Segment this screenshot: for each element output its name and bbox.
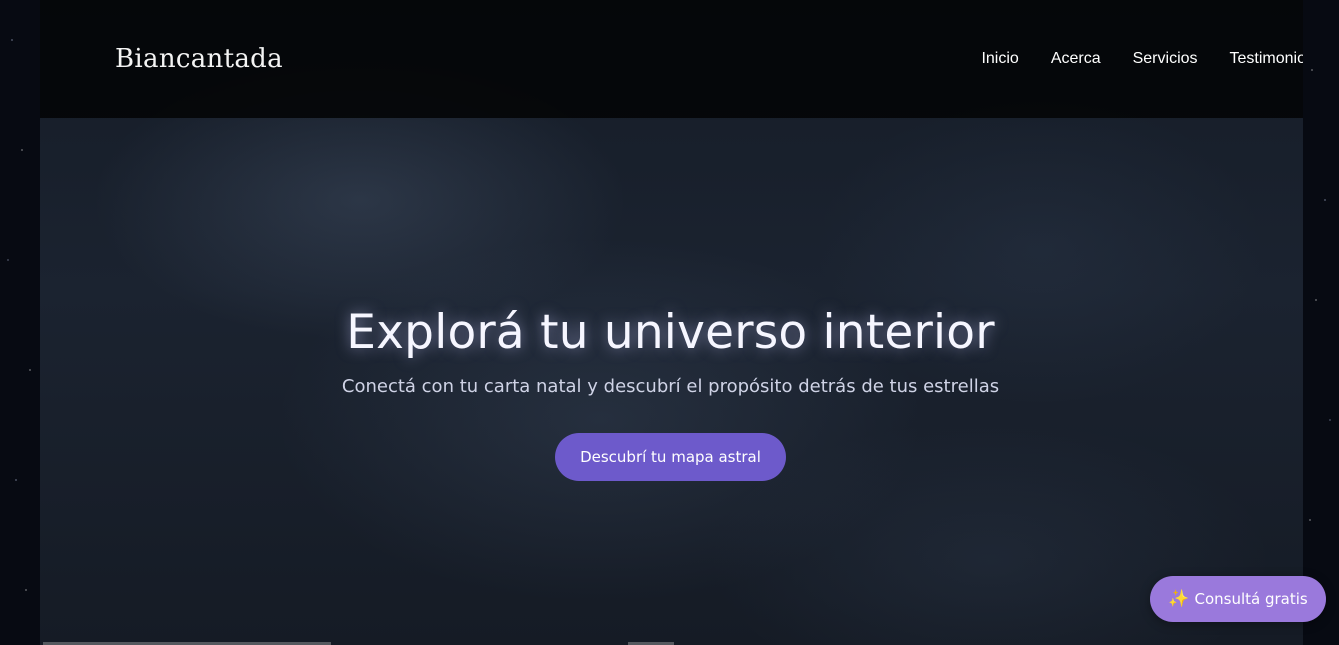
- hero-cta-button[interactable]: Descubrí tu mapa astral: [555, 433, 786, 481]
- hero-title: Explorá tu universo interior: [346, 305, 995, 360]
- nav-item-testimonios[interactable]: Testimonios: [1230, 50, 1303, 68]
- main-nav: Inicio Acerca Servicios Testimonios: [981, 50, 1303, 68]
- hero-section: Explorá tu universo interior Conectá con…: [40, 305, 1301, 481]
- brand-logo[interactable]: Biancantada: [115, 44, 283, 74]
- page: Biancantada Inicio Acerca Servicios Test…: [40, 0, 1303, 645]
- nav-item-servicios[interactable]: Servicios: [1133, 50, 1198, 68]
- free-consult-label: Consultá gratis: [1194, 590, 1308, 608]
- hero-subtitle: Conectá con tu carta natal y descubrí el…: [341, 376, 1000, 397]
- site-header: Biancantada Inicio Acerca Servicios Test…: [40, 0, 1303, 118]
- nav-item-acerca[interactable]: Acerca: [1051, 50, 1101, 68]
- nav-item-inicio[interactable]: Inicio: [981, 50, 1018, 68]
- free-consult-button[interactable]: ✨ Consultá gratis: [1150, 576, 1326, 622]
- sparkles-icon: ✨: [1168, 589, 1190, 609]
